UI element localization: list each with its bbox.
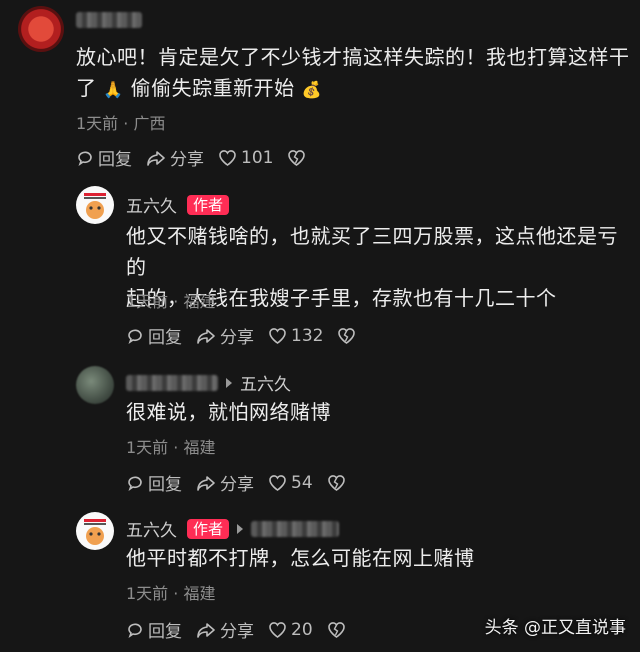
comment-meta: 1天前 · 广西 <box>76 114 166 133</box>
dislike-button[interactable] <box>327 621 350 639</box>
like-button[interactable]: 132 <box>268 326 323 346</box>
author-name[interactable]: 五六久 <box>126 516 177 541</box>
reply-arrow-icon <box>226 377 232 388</box>
heart-icon <box>269 327 286 344</box>
reply-button[interactable]: 回复 <box>126 470 182 495</box>
author-badge: 作者 <box>187 518 230 539</box>
like-button[interactable]: 54 <box>268 473 313 493</box>
user-avatar[interactable] <box>76 366 114 404</box>
dislike-button[interactable] <box>287 149 310 167</box>
reply-button[interactable]: 回复 <box>126 617 182 642</box>
author-name-row: 五六久 作者 <box>126 516 340 541</box>
comment-actions: 回复 分享 132 <box>126 323 374 348</box>
author-name-row: 五六久 作者 <box>126 192 230 217</box>
comment-actions: 回复 分享 20 <box>126 617 364 642</box>
comment-text: 很难说，就怕网络赌博 <box>126 400 331 424</box>
comment-thread: 放心吧！肯定是欠了不少钱才搞这样失踪的！我也打算这样干 了 🙏 偷偷失踪重新开始… <box>0 0 640 652</box>
reply-icon <box>78 151 92 166</box>
reply-icon <box>128 476 142 491</box>
author-avatar-icon <box>84 519 106 545</box>
like-button[interactable]: 20 <box>268 620 313 640</box>
broken-heart-icon <box>327 474 345 491</box>
author-avatar[interactable] <box>76 186 114 224</box>
comment-text: 放心吧！肯定是欠了不少钱才搞这样失踪的！我也打算这样干 了 🙏 偷偷失踪重新开始… <box>76 45 630 100</box>
username-blurred[interactable] <box>251 520 340 537</box>
like-button[interactable]: 101 <box>218 148 273 168</box>
share-icon <box>197 622 215 638</box>
share-button[interactable]: 分享 <box>196 470 254 495</box>
heart-icon <box>269 621 286 638</box>
like-count: 132 <box>291 325 324 346</box>
comment-meta: 1天前 · 福建 <box>126 292 216 311</box>
pray-emoji-icon: 🙏 <box>103 80 124 99</box>
reply-arrow-icon <box>237 523 244 534</box>
reply-name-row: 五六久 <box>126 370 291 395</box>
author-badge: 作者 <box>187 194 230 215</box>
like-count: 20 <box>291 619 313 640</box>
author-avatar-icon <box>84 193 106 219</box>
user-avatar[interactable] <box>18 6 64 52</box>
author-avatar[interactable] <box>76 512 114 550</box>
username-blurred[interactable] <box>76 12 142 28</box>
username-blurred[interactable] <box>126 374 218 391</box>
share-icon <box>147 150 165 166</box>
reply-icon <box>128 329 142 344</box>
broken-heart-icon <box>338 327 356 344</box>
like-count: 101 <box>241 147 274 168</box>
share-icon <box>197 475 215 491</box>
dislike-button[interactable] <box>327 474 350 492</box>
reply-icon <box>128 623 142 638</box>
comment-meta: 1天前 · 福建 <box>126 438 216 457</box>
dislike-button[interactable] <box>337 327 360 345</box>
comment-actions: 回复 分享 101 <box>76 145 324 170</box>
reply-button[interactable]: 回复 <box>76 145 132 170</box>
comment-text: 他平时都不打牌，怎么可能在网上赌博 <box>126 546 475 570</box>
broken-heart-icon <box>288 149 306 166</box>
like-count: 54 <box>291 472 313 493</box>
broken-heart-icon <box>327 621 345 638</box>
author-name[interactable]: 五六久 <box>126 192 177 217</box>
share-button[interactable]: 分享 <box>146 145 204 170</box>
comment-meta: 1天前 · 福建 <box>126 584 216 603</box>
heart-icon <box>219 149 236 166</box>
reply-button[interactable]: 回复 <box>126 323 182 348</box>
money-bag-emoji-icon: 💰 <box>301 80 322 99</box>
reply-to-name[interactable]: 五六久 <box>240 370 291 395</box>
heart-icon <box>269 474 286 491</box>
comment-actions: 回复 分享 54 <box>126 470 364 495</box>
watermark: 头条 @正又直说事 <box>484 618 626 638</box>
share-icon <box>197 328 215 344</box>
share-button[interactable]: 分享 <box>196 617 254 642</box>
share-button[interactable]: 分享 <box>196 323 254 348</box>
